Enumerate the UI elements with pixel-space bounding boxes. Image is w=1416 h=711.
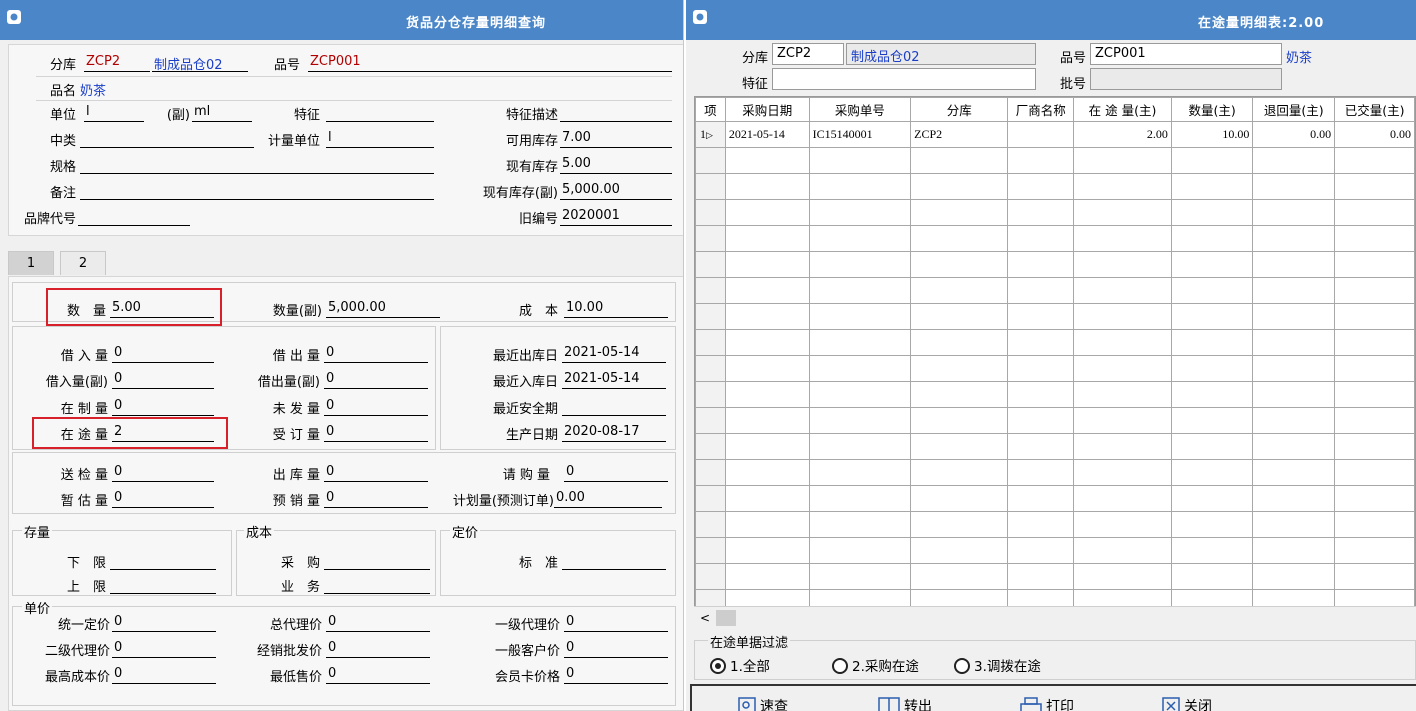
stock-detail-window: 货品分仓存量明细查询 分库 ZCP2 制成品仓02 品号 ZCP001 品名 奶… bbox=[0, 0, 684, 711]
col-warehouse[interactable]: 分库 bbox=[910, 97, 1009, 122]
export-icon bbox=[878, 697, 900, 711]
close-button[interactable]: 关闭 bbox=[1162, 696, 1212, 711]
col-delivered[interactable]: 已交量(主) bbox=[1334, 97, 1415, 122]
right-window-title: 在途量明细表:2.00 bbox=[1198, 16, 1325, 31]
search-icon bbox=[738, 697, 756, 711]
warehouse-name: 制成品仓02 bbox=[152, 54, 248, 72]
right-item-name: 奶茶 bbox=[1286, 51, 1313, 66]
in-transit-grid[interactable]: 项 采购日期 采购单号 分库 厂商名称 在 途 量(主) 数量(主) 退回量(主… bbox=[694, 96, 1416, 628]
right-feature-input[interactable] bbox=[772, 68, 1036, 90]
horizontal-scrollbar[interactable]: < bbox=[694, 606, 1416, 628]
export-button[interactable]: 转出 bbox=[878, 696, 932, 711]
filter-transfer-radio[interactable]: 3.调拨在途 bbox=[954, 655, 1041, 675]
col-returned[interactable]: 退回量(主) bbox=[1252, 97, 1336, 122]
tab-2[interactable]: 2 bbox=[60, 251, 106, 275]
tab-1[interactable]: 1 bbox=[8, 251, 54, 275]
col-vendor[interactable]: 厂商名称 bbox=[1007, 97, 1075, 122]
filter-all-radio[interactable]: 1.全部 bbox=[710, 655, 770, 675]
filter-title: 在途单据过滤 bbox=[708, 632, 791, 651]
right-title-bar: 在途量明细表:2.00 bbox=[686, 0, 1416, 40]
col-purchase-date[interactable]: 采购日期 bbox=[724, 97, 810, 122]
app-icon bbox=[693, 10, 707, 24]
filter-purchase-radio[interactable]: 2.采购在途 bbox=[832, 655, 919, 675]
left-title-bar: 货品分仓存量明细查询 bbox=[0, 0, 683, 40]
quick-search-button[interactable]: 速查 bbox=[738, 696, 788, 711]
quantity-highlight bbox=[46, 288, 222, 326]
scroll-left-icon[interactable]: < bbox=[696, 609, 714, 627]
item-code-input[interactable]: ZCP001 bbox=[308, 54, 672, 72]
filter-group bbox=[694, 640, 1416, 680]
col-qty[interactable]: 数量(主) bbox=[1170, 97, 1254, 122]
scroll-thumb[interactable] bbox=[716, 610, 736, 626]
left-window-title: 货品分仓存量明细查询 bbox=[406, 16, 547, 31]
table-row[interactable]: 1▷ 2021-05-14 IC15140001 ZCP2 2.00 10.00… bbox=[695, 121, 1415, 148]
col-index[interactable]: 项 bbox=[695, 97, 726, 122]
print-button[interactable]: 打印 bbox=[1020, 696, 1074, 711]
grid-header-row: 项 采购日期 采购单号 分库 厂商名称 在 途 量(主) 数量(主) 退回量(主… bbox=[695, 97, 1415, 122]
close-icon bbox=[1162, 697, 1180, 711]
in-transit-highlight bbox=[32, 417, 228, 449]
right-batch-input[interactable] bbox=[1090, 68, 1282, 90]
right-warehouse-code[interactable]: ZCP2 bbox=[772, 43, 844, 65]
radio-unselected-icon bbox=[832, 658, 848, 674]
radio-unselected-icon bbox=[954, 658, 970, 674]
col-transit-qty[interactable]: 在 途 量(主) bbox=[1073, 97, 1172, 122]
app-icon bbox=[7, 10, 21, 24]
right-warehouse-name: 制成品仓02 bbox=[846, 43, 1036, 65]
in-transit-detail-window: 在途量明细表:2.00 分库 ZCP2 制成品仓02 品号 ZCP001 奶茶 … bbox=[686, 0, 1416, 711]
printer-icon bbox=[1020, 697, 1042, 711]
right-item-code[interactable]: ZCP001 bbox=[1090, 43, 1282, 65]
radio-selected-icon bbox=[710, 658, 726, 674]
row-indicator-icon: ▷ bbox=[706, 130, 713, 140]
col-purchase-no[interactable]: 采购单号 bbox=[808, 97, 912, 122]
